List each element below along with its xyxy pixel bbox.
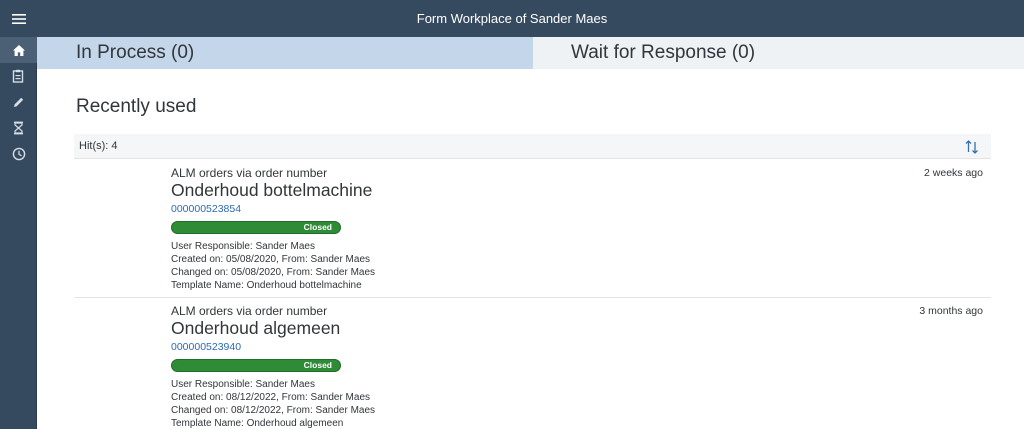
history-icon — [12, 147, 25, 161]
changed-on: Changed on: 05/08/2020, From: Sander Mae… — [171, 267, 376, 278]
hourglass-icon — [14, 121, 23, 135]
list-item[interactable]: ALM orders via order number Onderhoud al… — [74, 298, 991, 429]
item-title: Onderhoud bottelmachine — [171, 180, 373, 200]
order-number-link[interactable]: 000000523854 — [171, 203, 241, 215]
form-icon — [12, 69, 24, 83]
changed-on: Changed on: 08/12/2022, From: Sander Mae… — [171, 405, 376, 416]
status-label: Closed — [303, 222, 332, 232]
list-header-bar: Hit(s): 4 — [74, 134, 991, 159]
section-title: Recently used — [76, 96, 197, 117]
status-indicator: Closed — [171, 221, 341, 234]
tab-bar: In Process (0) Wait for Response (0) — [37, 37, 1024, 69]
nav-item-forms[interactable] — [0, 63, 37, 89]
shell-bar: Form Workplace of Sander Maes — [0, 0, 1024, 37]
pencil-icon — [14, 97, 24, 107]
item-timestamp: 3 months ago — [919, 305, 983, 317]
tab-wait-for-response[interactable]: Wait for Response (0) — [533, 37, 1024, 69]
user-responsible: User Responsible: Sander Maes — [171, 241, 315, 252]
app-title: Form Workplace of Sander Maes — [416, 11, 608, 26]
created-on: Created on: 05/08/2020, From: Sander Mae… — [171, 254, 371, 265]
nav-item-history[interactable] — [0, 141, 37, 167]
order-number-link[interactable]: 000000523940 — [171, 341, 241, 353]
nav-item-pending[interactable] — [0, 115, 37, 141]
sort-icon[interactable] — [963, 138, 981, 156]
created-on: Created on: 08/12/2022, From: Sander Mae… — [171, 392, 371, 403]
item-type: ALM orders via order number — [171, 166, 328, 180]
status-label: Closed — [303, 360, 332, 370]
nav-item-edit[interactable] — [0, 89, 37, 115]
hits-count: Hit(s): 4 — [79, 140, 118, 152]
item-timestamp: 2 weeks ago — [924, 167, 983, 179]
template-name: Template Name: Onderhoud algemeen — [171, 418, 344, 429]
home-icon — [12, 44, 25, 56]
item-type: ALM orders via order number — [171, 304, 328, 318]
template-name: Template Name: Onderhoud bottelmachine — [171, 280, 362, 291]
tab-in-process[interactable]: In Process (0) — [37, 37, 533, 69]
user-responsible: User Responsible: Sander Maes — [171, 379, 315, 390]
status-indicator: Closed — [171, 359, 341, 372]
item-title: Onderhoud algemeen — [171, 318, 341, 338]
nav-item-home[interactable] — [0, 37, 37, 63]
list-item[interactable]: ALM orders via order number Onderhoud bo… — [74, 160, 991, 298]
side-navigation — [0, 37, 37, 429]
